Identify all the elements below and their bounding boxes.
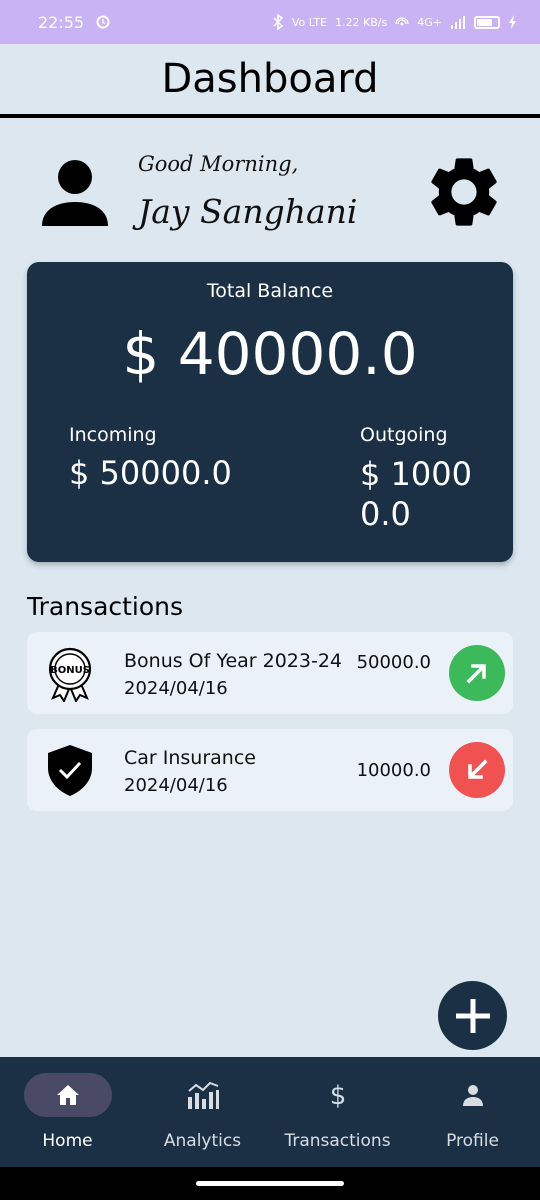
nav-item-analytics[interactable]: Analytics (135, 1057, 270, 1167)
system-gesture-area (0, 1167, 540, 1200)
outgoing-label: Outgoing (360, 424, 448, 446)
status-bar: 22:55 Vo LTE 1.22 KB/s 4G+ (0, 0, 540, 44)
incoming-label: Incoming (69, 424, 157, 446)
dollar-icon: $ (329, 1081, 346, 1109)
user-name: Jay Sanghani (138, 192, 358, 231)
transaction-amount: 50000.0 (356, 652, 431, 673)
outgoing-value: $ 10000.0 (360, 455, 472, 533)
person-icon (462, 1085, 483, 1106)
nav-label-profile: Profile (446, 1131, 499, 1151)
shield-check-icon (48, 745, 92, 796)
nav-label-analytics: Analytics (163, 1131, 242, 1151)
analytics-icon (187, 1081, 219, 1109)
alarm-icon (96, 15, 110, 29)
page-title: Dashboard (161, 56, 379, 102)
home-gesture-bar[interactable] (196, 1181, 344, 1186)
transaction-title: Bonus Of Year 2023-24 (124, 650, 343, 672)
transaction-amount: 10000.0 (356, 760, 431, 781)
nav-home-indicator (23, 1073, 112, 1117)
svg-text:BONUS: BONUS (50, 665, 90, 676)
bluetooth-icon (273, 14, 284, 30)
transaction-item[interactable]: BONUS Bonus Of Year 2023-24 2024/04/16 5… (27, 632, 513, 714)
person-avatar-icon (42, 160, 108, 226)
balance-card: Total Balance $ 40000.0 Incoming $ 50000… (27, 262, 513, 562)
battery-icon (474, 15, 500, 29)
bonus-badge-icon: BONUS (48, 647, 92, 702)
svg-text:$: $ (329, 1081, 346, 1109)
nav-label-transactions: Transactions (284, 1131, 391, 1151)
transaction-item[interactable]: Car Insurance 2024/04/16 10000.0 (27, 729, 513, 811)
incoming-value: $ 50000.0 (69, 454, 232, 492)
add-transaction-button[interactable] (438, 981, 507, 1050)
transactions-heading: Transactions (27, 592, 184, 621)
signal-type-text: 4G+ (417, 15, 442, 29)
status-time: 22:55 (38, 12, 85, 32)
nav-item-home[interactable]: Home (0, 1057, 135, 1167)
signal-icon (451, 16, 465, 29)
greeting-section: Good Morning, Jay Sanghani (0, 140, 540, 240)
home-icon (56, 1085, 79, 1105)
transaction-date: 2024/04/16 (124, 775, 228, 796)
hotspot-icon (395, 17, 409, 26)
total-balance-value: $ 40000.0 (122, 320, 418, 388)
transaction-title: Car Insurance (124, 747, 256, 769)
outgoing-arrow-icon (449, 742, 505, 798)
nav-item-transactions[interactable]: $ Transactions (270, 1057, 405, 1167)
greeting-salutation: Good Morning, (138, 152, 299, 176)
nav-item-profile[interactable]: Profile (405, 1057, 540, 1167)
transaction-date: 2024/04/16 (124, 678, 228, 699)
bottom-navigation: Home Analytics $ Transactions Profile (0, 1057, 540, 1167)
total-balance-label: Total Balance (206, 280, 334, 302)
network-type-text: Vo LTE (291, 15, 328, 29)
charging-icon (509, 15, 516, 29)
app-bar: Dashboard (0, 44, 540, 118)
incoming-arrow-icon (449, 645, 505, 701)
plus-icon (455, 998, 490, 1033)
settings-gear-icon[interactable] (422, 150, 506, 234)
network-speed-text: 1.22 KB/s (335, 15, 388, 29)
nav-label-home: Home (42, 1131, 93, 1151)
